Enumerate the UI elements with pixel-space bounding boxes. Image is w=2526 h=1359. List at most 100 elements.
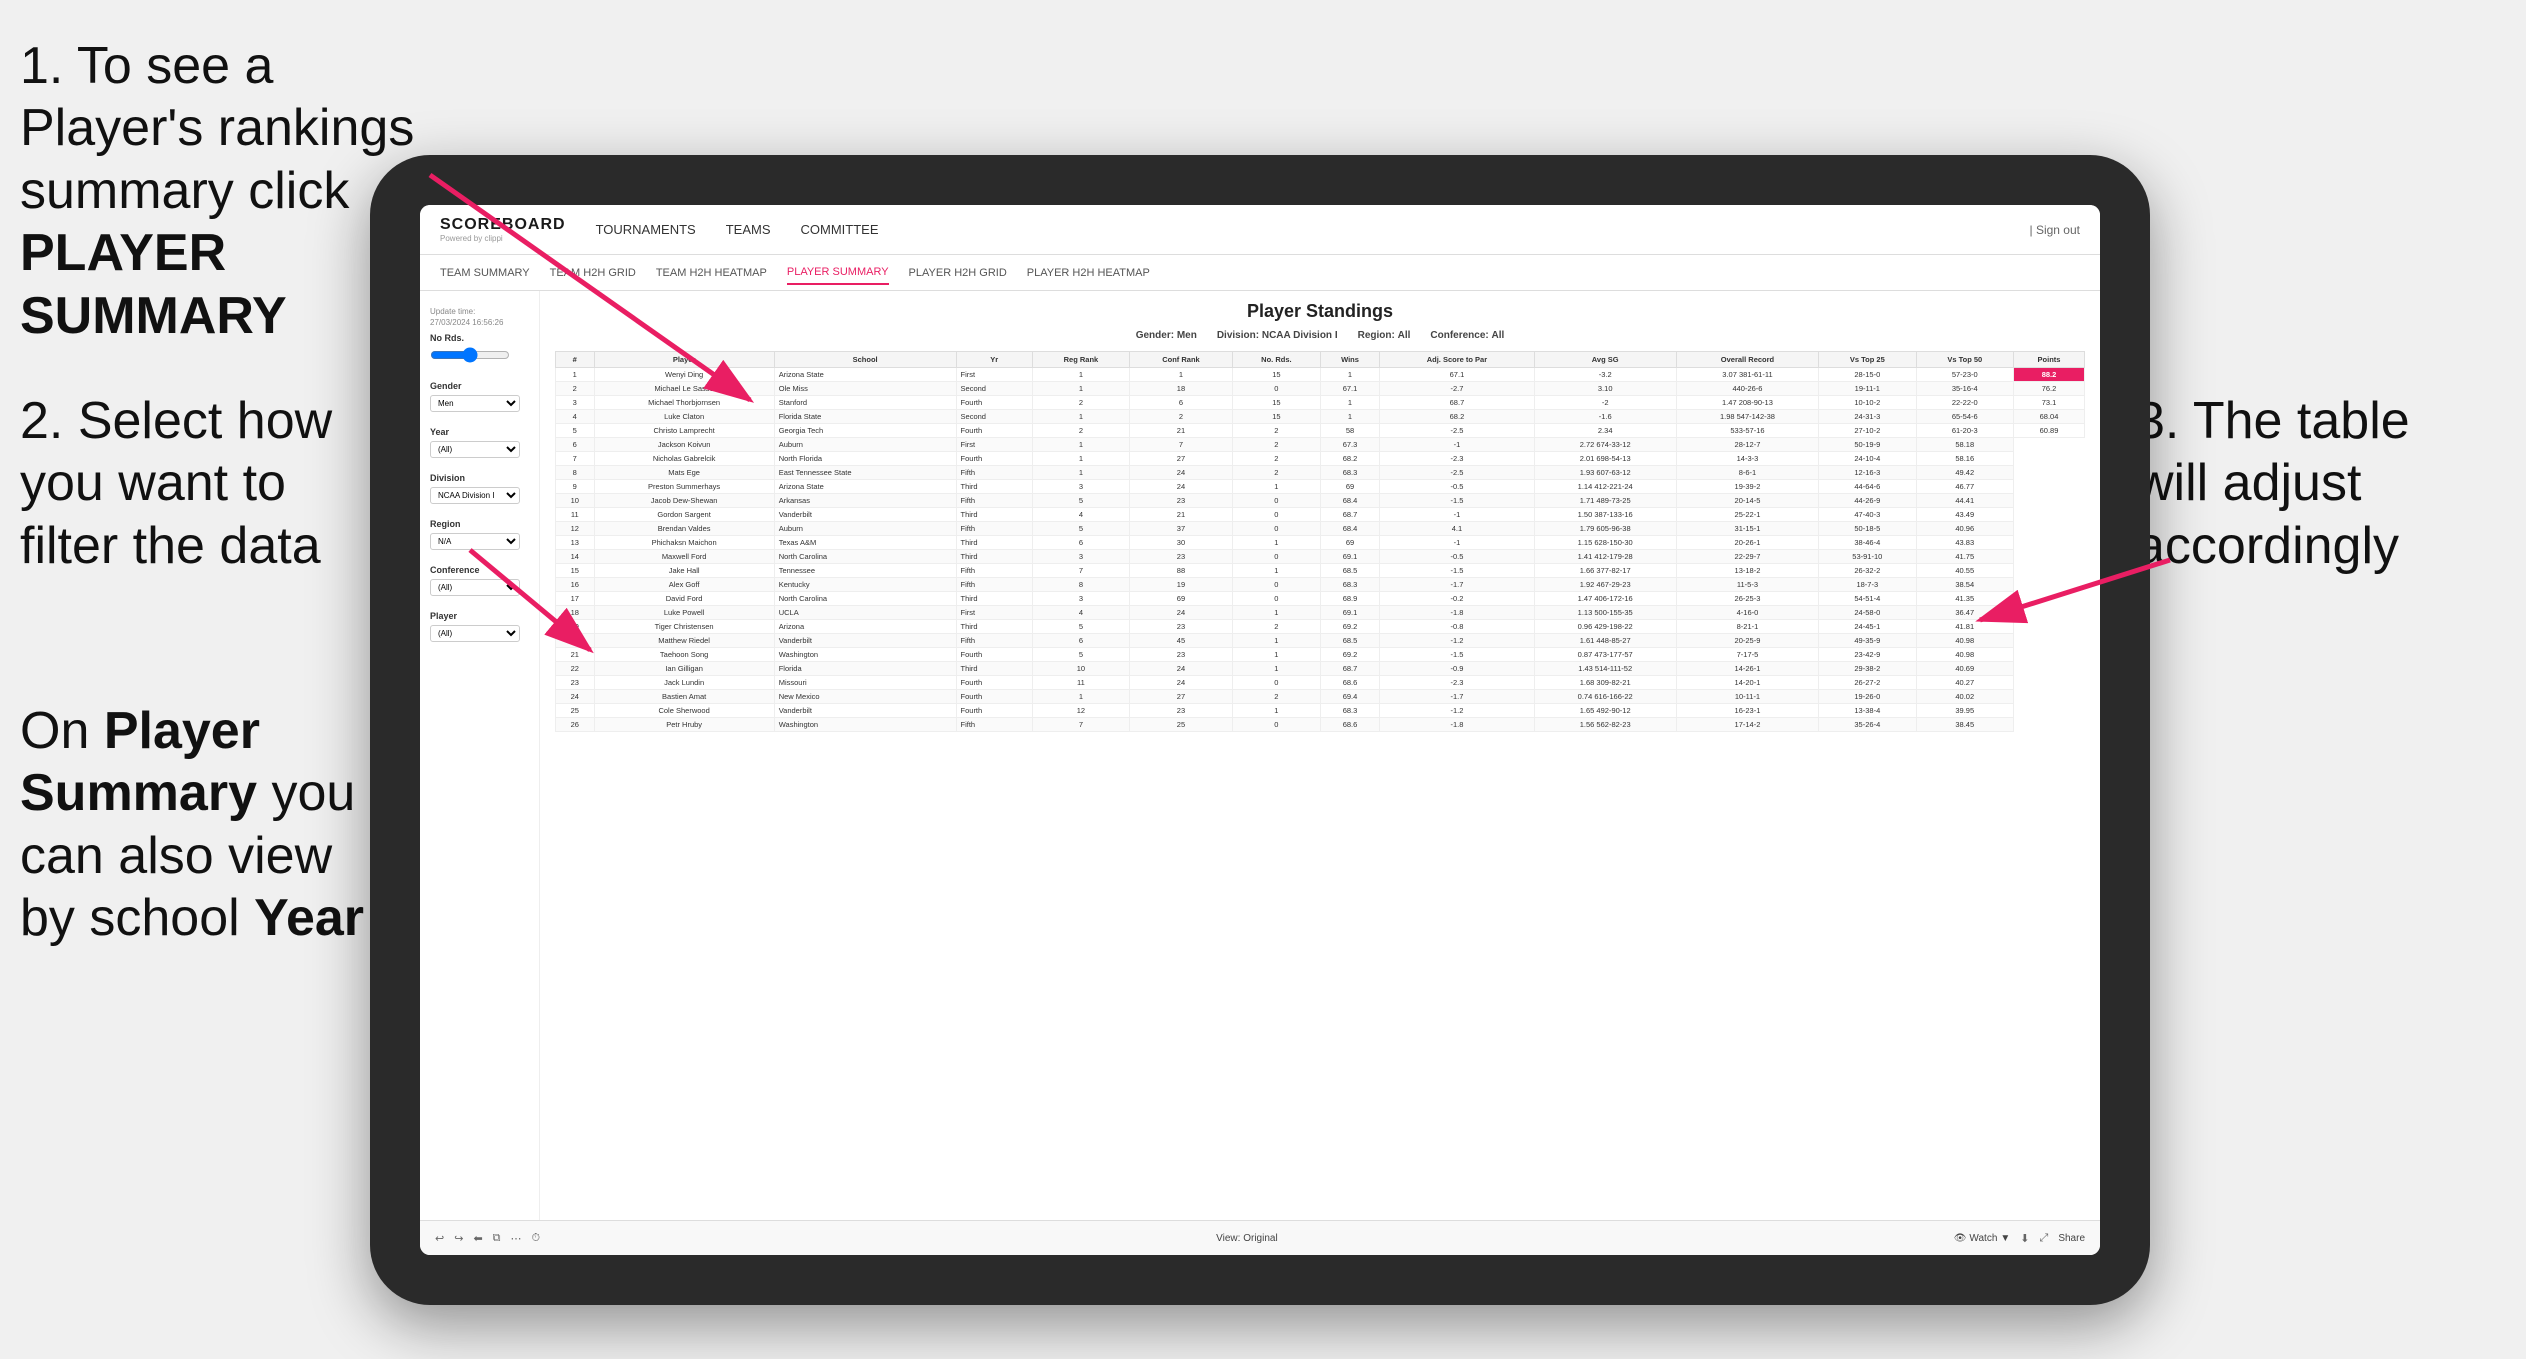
- table-cell: -1.8: [1380, 718, 1534, 732]
- table-cell: Fifth: [956, 578, 1032, 592]
- table-cell: 24: [1129, 606, 1232, 620]
- subnav-team-h2h-grid[interactable]: TEAM H2H GRID: [550, 262, 636, 284]
- table-cell: -2.5: [1380, 466, 1534, 480]
- table-cell: 12-16-3: [1819, 466, 1916, 480]
- table-cell: 69: [1320, 480, 1380, 494]
- table-cell: 35-26-4: [1819, 718, 1916, 732]
- table-cell: 6: [1033, 634, 1130, 648]
- nav-committee[interactable]: COMMITTEE: [801, 217, 879, 242]
- table-cell: 0: [1233, 550, 1321, 564]
- table-cell: East Tennessee State: [774, 466, 956, 480]
- table-cell: 1: [1033, 410, 1130, 424]
- table-cell: 24: [556, 690, 595, 704]
- nav-teams[interactable]: TEAMS: [726, 217, 771, 242]
- table-cell: 88.2: [2014, 368, 2085, 382]
- table-cell: 1: [1233, 480, 1321, 494]
- table-cell: 1.92 467-29-23: [1534, 578, 1676, 592]
- tablet-screen: SCOREBOARD Powered by clippi TOURNAMENTS…: [420, 205, 2100, 1255]
- main-content: Update time: 27/03/2024 16:56:26 No Rds.…: [420, 291, 2100, 1220]
- table-cell: Fourth: [956, 396, 1032, 410]
- logo-area: SCOREBOARD Powered by clippi: [440, 216, 566, 243]
- table-cell: Third: [956, 550, 1032, 564]
- table-cell: 44.41: [1916, 494, 2013, 508]
- region-select[interactable]: N/A: [430, 533, 520, 550]
- clock-btn[interactable]: ⏱: [532, 1232, 541, 1245]
- subnav-player-summary[interactable]: PLAYER SUMMARY: [787, 261, 889, 285]
- table-cell: Fifth: [956, 522, 1032, 536]
- table-cell: 19-39-2: [1676, 480, 1818, 494]
- nav-tournaments[interactable]: TOURNAMENTS: [596, 217, 696, 242]
- table-cell: 18-7-3: [1819, 578, 1916, 592]
- undo-btn[interactable]: ↩: [435, 1232, 444, 1245]
- watch-control[interactable]: 👁 Watch ▼: [1954, 1233, 2011, 1244]
- table-cell: Washington: [774, 648, 956, 662]
- table-cell: -1: [1380, 508, 1534, 522]
- table-cell: 12: [556, 522, 595, 536]
- year-select[interactable]: (All): [430, 441, 520, 458]
- table-cell: Fourth: [956, 704, 1032, 718]
- table-cell: 17-14-2: [1676, 718, 1818, 732]
- table-cell: 1: [1320, 410, 1380, 424]
- division-label: Division: [430, 473, 529, 483]
- table-cell: 47-40-3: [1819, 508, 1916, 522]
- table-row: 5Christo LamprechtGeorgia TechFourth2212…: [556, 424, 2085, 438]
- table-cell: 38-46-4: [1819, 536, 1916, 550]
- table-cell: 16-23-1: [1676, 704, 1818, 718]
- subnav-player-h2h-heatmap[interactable]: PLAYER H2H HEATMAP: [1027, 262, 1150, 284]
- table-cell: 54-51-4: [1819, 592, 1916, 606]
- table-cell: -0.2: [1380, 592, 1534, 606]
- player-label: Player: [430, 611, 529, 621]
- subnav-team-h2h-heatmap[interactable]: TEAM H2H HEATMAP: [656, 262, 767, 284]
- col-vs-top25: Vs Top 25: [1819, 352, 1916, 368]
- table-cell: 38.45: [1916, 718, 2013, 732]
- table-cell: UCLA: [774, 606, 956, 620]
- subnav-player-h2h-grid[interactable]: PLAYER H2H GRID: [909, 262, 1007, 284]
- share-btn[interactable]: Share: [2058, 1233, 2085, 1244]
- instruction-step2: 2. Select how you want to filter the dat…: [20, 390, 350, 577]
- table-cell: 68.6: [1320, 676, 1380, 690]
- table-cell: 21: [1129, 508, 1232, 522]
- table-cell: 6: [1129, 396, 1232, 410]
- expand-btn[interactable]: ⤢: [2040, 1232, 2049, 1245]
- download-btn[interactable]: ⬇: [2020, 1232, 2029, 1245]
- table-row: 10Jacob Dew-ShewanArkansasFifth523068.4-…: [556, 494, 2085, 508]
- table-cell: 3: [556, 396, 595, 410]
- more-btn[interactable]: ⋯: [511, 1232, 522, 1245]
- no-rds-slider[interactable]: [430, 347, 510, 363]
- copy-btn[interactable]: ⧉: [493, 1232, 501, 1245]
- table-cell: Third: [956, 508, 1032, 522]
- table-cell: 28-12-7: [1676, 438, 1818, 452]
- col-overall-record: Overall Record: [1676, 352, 1818, 368]
- table-cell: 23: [1129, 704, 1232, 718]
- sign-out-link[interactable]: Sign out: [2036, 223, 2080, 237]
- table-cell: 68.4: [1320, 522, 1380, 536]
- table-cell: 2: [1233, 466, 1321, 480]
- player-select[interactable]: (All): [430, 625, 520, 642]
- table-cell: 19: [1129, 578, 1232, 592]
- division-select[interactable]: NCAA Division I: [430, 487, 520, 504]
- tablet-device: SCOREBOARD Powered by clippi TOURNAMENTS…: [370, 155, 2150, 1305]
- table-cell: 68.3: [1320, 466, 1380, 480]
- table-cell: Third: [956, 662, 1032, 676]
- table-cell: 4: [556, 410, 595, 424]
- view-original[interactable]: View: Original: [1216, 1233, 1278, 1244]
- table-row: 4Luke ClatonFlorida StateSecond1215168.2…: [556, 410, 2085, 424]
- table-row: 7Nicholas GabrelcikNorth FloridaFourth12…: [556, 452, 2085, 466]
- redo-btn[interactable]: ↪: [454, 1232, 463, 1245]
- table-cell: Kentucky: [774, 578, 956, 592]
- col-wins: Wins: [1320, 352, 1380, 368]
- table-cell: -1.2: [1380, 634, 1534, 648]
- conference-select[interactable]: (All): [430, 579, 520, 596]
- gender-select[interactable]: Men: [430, 395, 520, 412]
- table-cell: Alex Goff: [594, 578, 774, 592]
- back-btn[interactable]: ⬅: [473, 1232, 482, 1245]
- sidebar-player: Player (All): [430, 611, 529, 642]
- table-area: Player Standings Gender: Men Division: N…: [540, 291, 2100, 1220]
- subnav-team-summary[interactable]: TEAM SUMMARY: [440, 262, 530, 284]
- table-cell: Phichaksn Maichon: [594, 536, 774, 550]
- table-cell: Nicholas Gabrelcik: [594, 452, 774, 466]
- table-cell: Third: [956, 592, 1032, 606]
- table-cell: 73.1: [2014, 396, 2085, 410]
- table-cell: 76.2: [2014, 382, 2085, 396]
- table-cell: Luke Claton: [594, 410, 774, 424]
